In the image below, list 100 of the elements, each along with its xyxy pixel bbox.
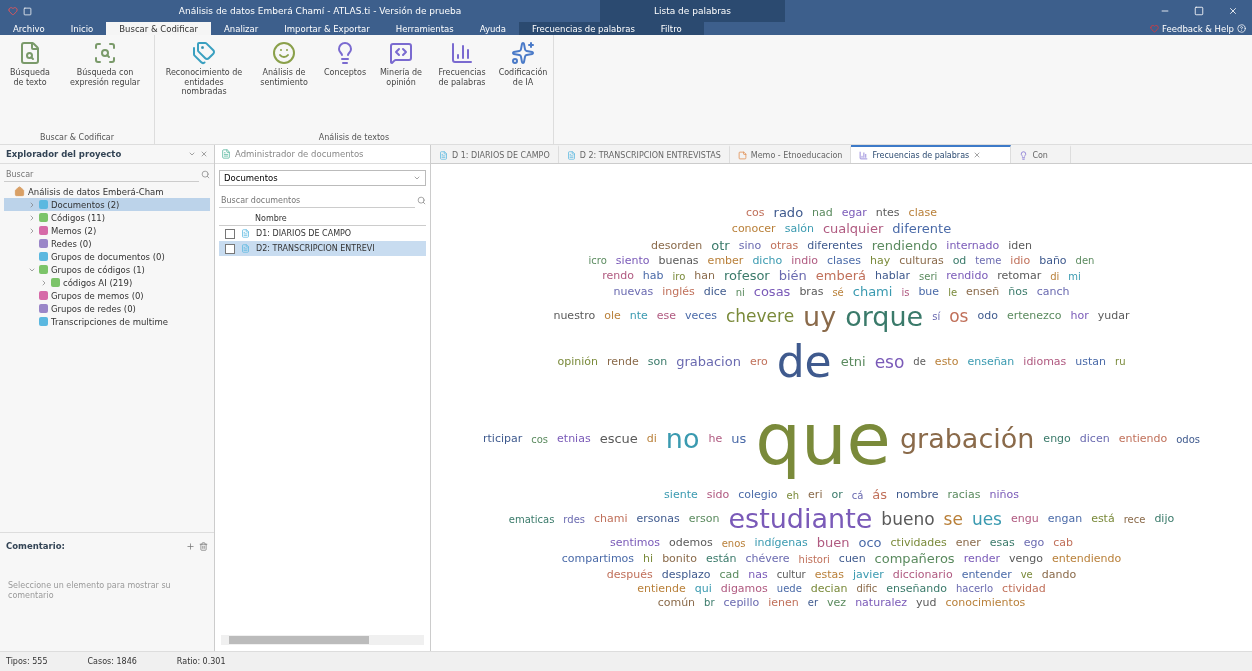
smiley-icon — [272, 41, 296, 65]
cloud-word: canch — [1036, 286, 1070, 299]
cloud-word: eh — [786, 489, 800, 501]
add-icon[interactable] — [186, 541, 195, 551]
cloud-word: bonito — [662, 553, 697, 566]
ribbon-button[interactable]: Reconocimiento de entidades nombradas — [159, 39, 249, 99]
close-icon[interactable] — [973, 151, 982, 159]
ribbon-button[interactable]: Análisis de sentimiento — [253, 39, 315, 90]
tree-item[interactable]: Grupos de redes (0) — [4, 302, 210, 315]
cloud-word: ños — [1008, 286, 1028, 299]
cloud-word: nuevas — [613, 286, 654, 299]
document-row[interactable]: D1: DIARIOS DE CAMPO — [219, 226, 426, 241]
help-icon — [1237, 24, 1246, 33]
cloud-word: inglés — [662, 286, 695, 299]
cloud-word: desplazo — [661, 568, 711, 581]
tree-item[interactable]: códigos AI (219) — [4, 276, 210, 289]
menu-tab[interactable]: Inicio — [57, 22, 107, 35]
cloud-word: is — [901, 286, 910, 298]
close-icon[interactable] — [200, 150, 208, 158]
menu-tab[interactable]: Filtro — [647, 22, 695, 35]
cloud-word: icro — [588, 255, 607, 267]
menu-tab[interactable]: Archivo — [0, 22, 58, 35]
cloud-word: cad — [719, 568, 740, 581]
cloud-word: erson — [688, 513, 720, 526]
ribbon-button[interactable]: Minería de opinión — [375, 39, 427, 90]
tree-item[interactable]: Análisis de datos Emberá-Cham — [4, 185, 210, 198]
cloud-word: culturas — [899, 254, 944, 268]
cloud-word: cosas — [753, 285, 791, 300]
cloud-word: etnias — [557, 433, 591, 446]
menu-tab[interactable]: Frecuencias de palabras — [518, 22, 648, 35]
filter-dropdown[interactable]: Documentos — [219, 170, 426, 186]
menu-tab[interactable]: Analizar — [210, 22, 272, 35]
ribbon-button[interactable]: Frecuencias de palabras — [431, 39, 493, 90]
scrollbar[interactable] — [221, 635, 424, 645]
cloud-word: nas — [748, 568, 768, 581]
document-tab[interactable]: Frecuencias de palabras — [851, 145, 1012, 163]
tree-label: Grupos de redes (0) — [51, 303, 136, 314]
ribbon-button[interactable]: Búsqueda de texto — [4, 39, 56, 90]
cloud-word: javier — [853, 568, 884, 581]
cloud-word: estas — [814, 568, 844, 581]
column-header[interactable]: Nombre — [255, 213, 287, 223]
cloud-word: idiomas — [1023, 355, 1067, 368]
tree-item[interactable]: Transcripciones de multime — [4, 315, 210, 328]
cloud-word: baño — [1039, 254, 1067, 268]
cloud-word: dicen — [1079, 433, 1110, 446]
feedback-button[interactable]: Feedback & Help — [1144, 22, 1252, 35]
tree-item[interactable]: Grupos de memos (0) — [4, 289, 210, 302]
tree-item[interactable]: Memos (2) — [4, 224, 210, 237]
cloud-word: engo — [1043, 433, 1071, 446]
search-icon[interactable] — [417, 196, 426, 205]
cloud-word: rende — [606, 355, 639, 368]
cloud-word: ru — [1115, 356, 1126, 368]
search-icon[interactable] — [201, 170, 210, 179]
tree-item[interactable]: Redes (0) — [4, 237, 210, 250]
cloud-word: idio — [1010, 254, 1031, 268]
close-icon[interactable] — [1228, 6, 1238, 16]
ribbon-button[interactable]: Conceptos — [319, 39, 371, 80]
tree-label: Códigos (11) — [51, 212, 106, 223]
checkbox[interactable] — [225, 228, 235, 239]
cloud-word: render — [963, 553, 1000, 566]
cloud-word: enseñan — [967, 355, 1015, 368]
document-icon — [241, 244, 250, 253]
tree-item[interactable]: Códigos (11) — [4, 211, 210, 224]
document-icon — [439, 150, 448, 160]
trash-icon[interactable] — [199, 541, 208, 551]
menu-tab[interactable]: Importar & Exportar — [271, 22, 383, 35]
menu-tab[interactable]: Herramientas — [382, 22, 467, 35]
cloud-word: teme — [975, 255, 1002, 267]
dropdown-icon[interactable] — [188, 150, 196, 158]
ribbon-button[interactable]: Búsqueda con expresión regular — [60, 39, 150, 90]
cloud-word: salón — [784, 223, 814, 236]
search-field[interactable]: Buscar — [4, 167, 199, 182]
cloud-word: ues — [971, 509, 1002, 529]
cloud-word: nad — [812, 207, 833, 220]
cloud-word: decian — [810, 582, 848, 595]
cloud-word: otr — [711, 238, 730, 253]
cloud-word: odemos — [669, 537, 713, 550]
cloud-word: oco — [858, 536, 882, 551]
tree-item[interactable]: Documentos (2) — [4, 198, 210, 211]
cloud-word: hab — [642, 270, 664, 283]
document-icon — [241, 229, 250, 238]
ribbon-button[interactable]: Codificación de IA — [497, 39, 549, 90]
document-row[interactable]: D2: TRANSCRIPCION ENTREVI — [219, 241, 426, 256]
heart-icon — [1150, 24, 1160, 33]
menu-tab[interactable]: Ayuda — [466, 22, 519, 35]
tree-item[interactable]: Grupos de documentos (0) — [4, 250, 210, 263]
cloud-word: diferente — [892, 222, 952, 237]
cloud-word: bras — [799, 286, 824, 299]
cloud-word: que — [755, 395, 891, 483]
cloud-word: bién — [778, 269, 807, 284]
tree-item[interactable]: Grupos de códigos (1) — [4, 263, 210, 276]
search-field[interactable]: Buscar documentos — [219, 193, 415, 208]
comment-title: Comentario: — [6, 541, 66, 551]
tree-label: Grupos de memos (0) — [51, 290, 144, 301]
cloud-word: ienen — [768, 596, 799, 609]
maximize-icon[interactable] — [1194, 6, 1204, 16]
checkbox[interactable] — [225, 243, 235, 254]
cloud-word: ertenezco — [1006, 310, 1062, 323]
cloud-word: enos — [721, 537, 746, 549]
menu-tab[interactable]: Buscar & Codificar — [106, 22, 211, 35]
